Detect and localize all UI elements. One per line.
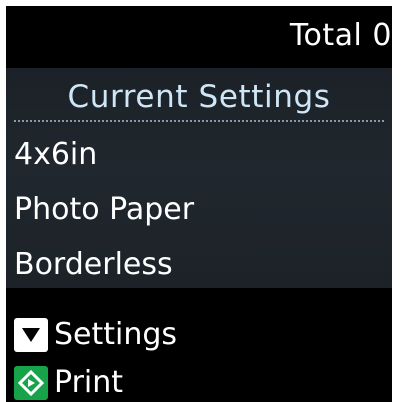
button-hints: Settings Print xyxy=(6,290,392,402)
setting-paper-type: Photo Paper xyxy=(14,192,195,227)
down-arrow-icon xyxy=(14,318,48,352)
start-diamond-icon xyxy=(14,366,48,400)
status-bar: Total 0 xyxy=(6,6,392,66)
current-settings-title: Current Settings xyxy=(67,79,331,115)
setting-paper-size: 4x6in xyxy=(14,137,98,172)
lcd-screen: Total 0 Current Settings 4x6in Photo Pap… xyxy=(6,6,392,402)
print-button[interactable]: Print xyxy=(14,364,123,402)
setting-border-option: Borderless xyxy=(14,247,173,282)
settings-label: Settings xyxy=(54,317,178,352)
print-label: Print xyxy=(54,365,124,400)
current-settings-panel: Current Settings 4x6in Photo Paper Borde… xyxy=(6,68,392,288)
settings-button[interactable]: Settings xyxy=(14,316,177,354)
title-divider xyxy=(14,120,384,122)
total-count: Total 0 xyxy=(289,18,392,53)
